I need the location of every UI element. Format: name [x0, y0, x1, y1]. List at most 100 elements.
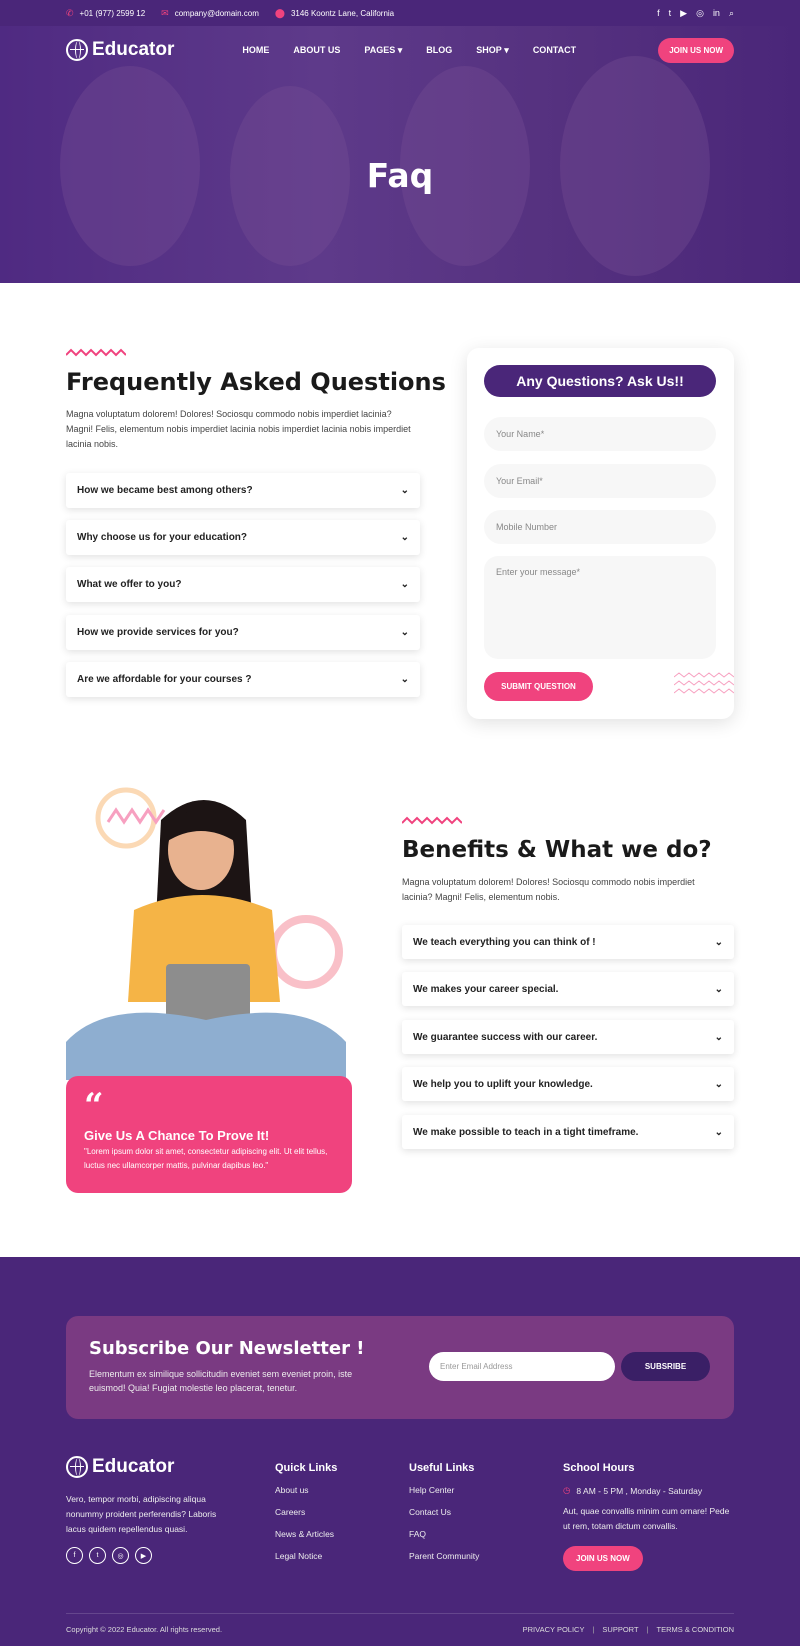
join-button[interactable]: JOIN US NOW	[658, 37, 734, 63]
support-link[interactable]: SUPPORT	[592, 1625, 638, 1634]
hours-line: ◷ 8 AM - 5 PM , Monday - Saturday	[563, 1485, 703, 1496]
chevron-down-icon: ⌄	[714, 983, 723, 995]
globe-icon	[66, 39, 88, 61]
mail-icon: ✉	[161, 7, 169, 18]
footer-logo[interactable]: Educator	[66, 1456, 236, 1478]
faq-item[interactable]: How we became best among others? ⌄	[66, 473, 420, 508]
phone-icon: ✆	[66, 7, 74, 18]
nav-item-blog[interactable]: BLOG	[426, 45, 452, 56]
footer-school-hours: School Hours ◷ 8 AM - 5 PM , Monday - Sat…	[563, 1462, 734, 1571]
footer-social: f t ◎ ▶	[66, 1547, 236, 1564]
newsletter-title: Subscribe Our Newsletter !	[89, 1338, 365, 1359]
footer-join-button[interactable]: JOIN US NOW	[563, 1546, 643, 1571]
quick-links-title: Quick Links	[275, 1462, 338, 1474]
newsletter-email-input[interactable]: Enter Email Address	[429, 1352, 615, 1381]
caret-down-icon: ▾	[397, 44, 403, 55]
faq-item[interactable]: Are we affordable for your courses ? ⌄	[66, 662, 420, 697]
subscribe-button[interactable]: SUBSRIBE	[621, 1352, 710, 1381]
caret-down-icon: ▾	[504, 44, 509, 55]
top-bar: ✆ +01 (977) 2599 12 ✉ company@domain.com ⬤…	[0, 0, 800, 26]
copyright: Copyright © 2022 Educator. All rights re…	[66, 1625, 223, 1634]
privacy-link[interactable]: PRIVACY POLICY	[523, 1625, 585, 1634]
clock-icon: ◷	[563, 1485, 571, 1495]
chevron-down-icon: ⌄	[400, 674, 409, 685]
legal-links: PRIVACY POLICY SUPPORT TERMS & CONDITION	[523, 1625, 734, 1634]
faq-item[interactable]: Why choose us for your education? ⌄	[66, 520, 420, 555]
youtube-icon[interactable]: ▶	[680, 8, 687, 19]
chevron-down-icon: ⌄	[714, 1126, 723, 1138]
nav-item-shop[interactable]: SHOP ▾	[476, 45, 509, 56]
message-field[interactable]: Enter your message*	[484, 556, 716, 659]
quote-card: “ Give Us A Chance To Prove It! "Lorem i…	[66, 1076, 352, 1193]
zigzag-decoration	[66, 348, 126, 357]
chevron-down-icon: ⌄	[714, 1078, 723, 1090]
nav-item-about[interactable]: ABOUT US	[293, 45, 340, 56]
footer-link[interactable]: News & Articles	[275, 1529, 337, 1539]
nav-item-pages[interactable]: PAGES ▾	[364, 45, 402, 56]
footer-link[interactable]: Careers	[275, 1507, 337, 1517]
mobile-field[interactable]: Mobile Number	[484, 510, 716, 544]
footer-useful-links: Useful Links Help Center Contact Us FAQ …	[409, 1462, 479, 1573]
zigzag-pattern-decoration	[674, 672, 734, 694]
footer-link[interactable]: Legal Notice	[275, 1551, 337, 1561]
footer-link[interactable]: Help Center	[409, 1485, 479, 1495]
footer-link[interactable]: Contact Us	[409, 1507, 479, 1517]
phone-info[interactable]: ✆ +01 (977) 2599 12	[66, 8, 145, 19]
benefit-item[interactable]: We make possible to teach in a tight tim…	[402, 1115, 734, 1149]
linkedin-icon[interactable]: in	[713, 8, 720, 19]
location-icon: ⬤	[274, 7, 285, 18]
nav-item-contact[interactable]: CONTACT	[533, 45, 576, 56]
facebook-icon[interactable]: f	[66, 1547, 83, 1564]
benefit-item[interactable]: We help you to uplift your knowledge. ⌄	[402, 1067, 734, 1101]
chevron-down-icon: ⌄	[400, 485, 409, 496]
benefit-item[interactable]: We makes your career special. ⌄	[402, 972, 734, 1006]
benefit-item[interactable]: We teach everything you can think of ! ⌄	[402, 925, 734, 959]
facebook-icon[interactable]: f	[657, 8, 660, 19]
benefits-title: Benefits & What we do?	[402, 837, 712, 863]
useful-links-title: Useful Links	[409, 1462, 475, 1474]
nav-menu: HOME ABOUT US PAGES ▾ BLOG SHOP ▾ CONTAC…	[242, 45, 576, 56]
logo[interactable]: Educator	[66, 39, 174, 61]
chevron-down-icon: ⌄	[400, 532, 409, 543]
question-form: Any Questions? Ask Us!! Your Name* Your …	[467, 348, 734, 719]
youtube-icon[interactable]: ▶	[135, 1547, 152, 1564]
quote-text: "Lorem ipsum dolor sit amet, consectetur…	[84, 1147, 328, 1170]
chevron-down-icon: ⌄	[714, 1031, 723, 1043]
chevron-down-icon: ⌄	[714, 936, 723, 948]
faq-item[interactable]: How we provide services for you? ⌄	[66, 615, 420, 650]
address-info: ⬤ 3146 Koontz Lane, California	[274, 7, 395, 18]
quote-icon: “	[84, 1086, 104, 1126]
main-nav: Educator HOME ABOUT US PAGES ▾ BLOG SHOP…	[0, 26, 800, 74]
email-field[interactable]: Your Email*	[484, 464, 716, 498]
footer-quick-links: Quick Links About us Careers News & Arti…	[275, 1462, 337, 1573]
instagram-icon[interactable]: ◎	[696, 8, 704, 19]
twitter-icon[interactable]: t	[89, 1547, 106, 1564]
globe-icon	[66, 1456, 88, 1478]
faq-item[interactable]: What we offer to you? ⌄	[66, 567, 420, 602]
twitter-icon[interactable]: t	[669, 8, 672, 19]
quote-title: Give Us A Chance To Prove It!	[84, 1128, 270, 1143]
footer-link[interactable]: About us	[275, 1485, 337, 1495]
terms-link[interactable]: TERMS & CONDITION	[647, 1625, 734, 1634]
name-field[interactable]: Your Name*	[484, 417, 716, 451]
email-info[interactable]: ✉ company@domain.com	[161, 8, 259, 19]
submit-question-button[interactable]: SUBMIT QUESTION	[484, 672, 593, 701]
footer-divider	[66, 1613, 734, 1614]
search-icon[interactable]: ⌕	[729, 8, 734, 19]
benefit-item[interactable]: We guarantee success with our career. ⌄	[402, 1020, 734, 1054]
chevron-down-icon: ⌄	[400, 627, 409, 638]
chevron-down-icon: ⌄	[400, 579, 409, 590]
footer-about: Educator Vero, tempor morbi, adipiscing …	[66, 1456, 236, 1564]
benefits-text: Magna voluptatum dolorem! Dolores! Socio…	[402, 877, 695, 902]
newsletter-box: Subscribe Our Newsletter ! Elementum ex …	[66, 1316, 734, 1419]
page-title: Faq	[366, 156, 434, 195]
hours-text: Aut, quae convallis minim cum ornare! Pe…	[563, 1506, 730, 1531]
faq-title: Frequently Asked Questions	[66, 368, 446, 396]
nav-item-home[interactable]: HOME	[242, 45, 269, 56]
instagram-icon[interactable]: ◎	[112, 1547, 129, 1564]
social-links: f t ▶ ◎ in ⌕	[657, 8, 734, 19]
footer-about-text: Vero, tempor morbi, adipiscing aliqua no…	[66, 1494, 217, 1534]
footer-link[interactable]: Parent Community	[409, 1551, 479, 1561]
newsletter-text: Elementum ex similique sollicitudin even…	[89, 1369, 353, 1393]
footer-link[interactable]: FAQ	[409, 1529, 479, 1539]
